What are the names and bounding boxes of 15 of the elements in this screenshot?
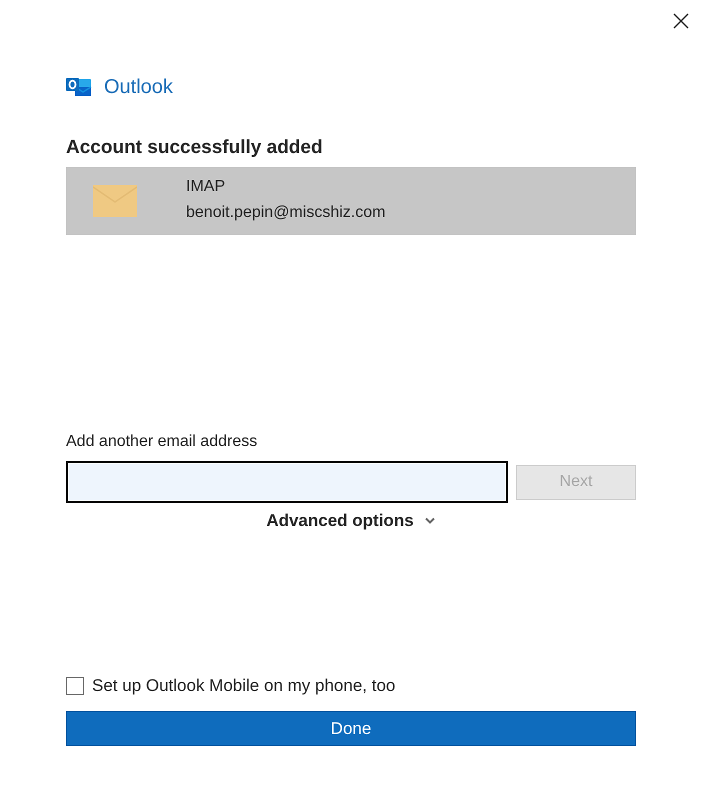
chevron-down-icon	[424, 517, 436, 525]
outlook-logo-icon	[66, 76, 92, 98]
field-label: Add another email address	[66, 433, 258, 451]
advanced-options-link[interactable]: Advanced options	[266, 509, 436, 533]
checkbox[interactable]	[66, 677, 84, 695]
email-input-field[interactable]	[66, 461, 508, 503]
account-email: benoit.pepin@miscshiz.com	[186, 204, 386, 222]
app-name: Outlook	[104, 76, 173, 98]
account-type: IMAP	[186, 178, 226, 196]
done-button[interactable]: Done	[66, 711, 636, 746]
envelope-icon	[93, 185, 137, 217]
success-heading: Account successfully added	[66, 136, 324, 160]
account-item[interactable]: IMAP benoit.pepin@miscshiz.com	[66, 167, 636, 235]
close-icon[interactable]	[673, 13, 689, 29]
checkbox-label: Set up Outlook Mobile on my phone, too	[92, 676, 396, 696]
